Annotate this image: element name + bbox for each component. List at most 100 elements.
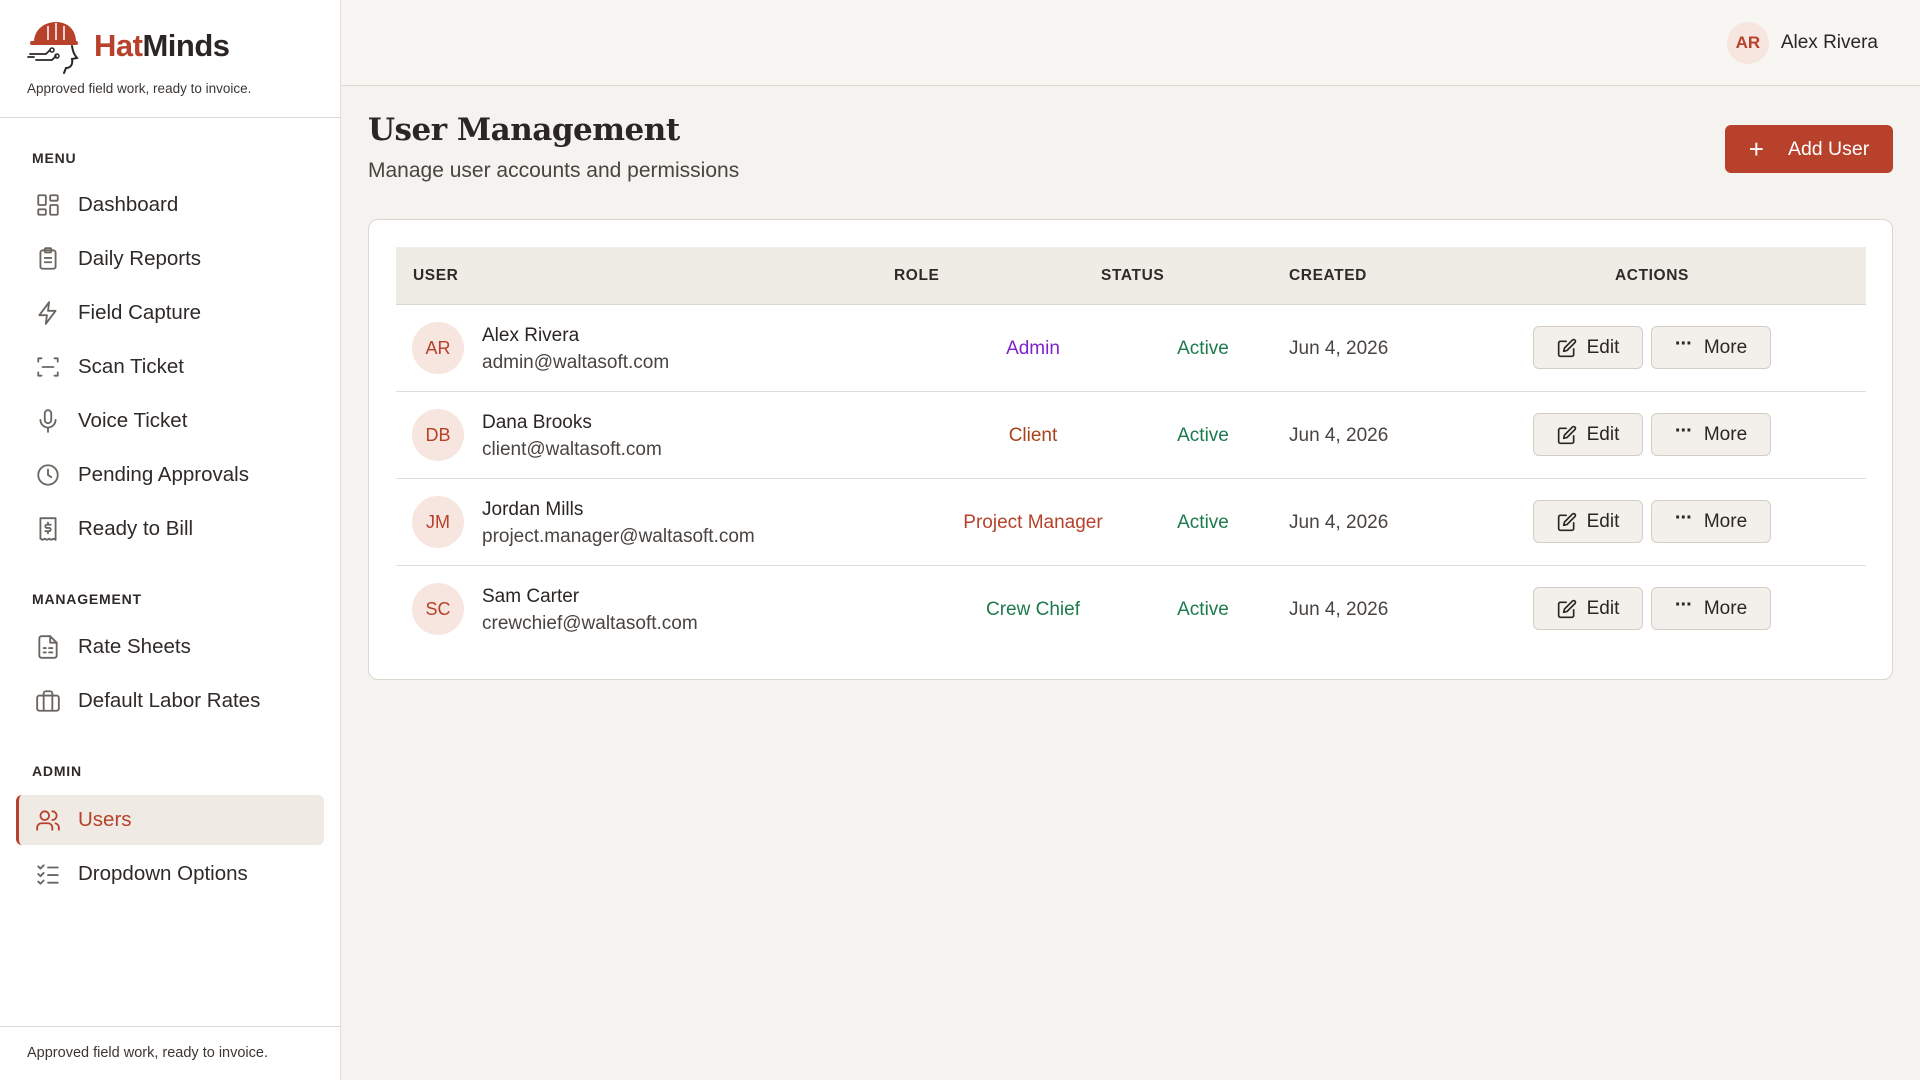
- more-button[interactable]: ··· More: [1651, 326, 1771, 369]
- ellipsis-icon: ···: [1674, 506, 1693, 529]
- edit-icon: [1557, 599, 1587, 619]
- ellipsis-icon: ···: [1674, 593, 1693, 616]
- section-label-menu: MENU: [32, 150, 77, 166]
- more-label: More: [1703, 510, 1748, 532]
- section-label-management: MANAGEMENT: [32, 591, 142, 607]
- add-user-label: Add User: [1787, 137, 1870, 160]
- status-badge: Active: [1177, 338, 1229, 359]
- user-email: project.manager@waltasoft.com: [482, 526, 755, 547]
- brand-name-minds: Minds: [142, 28, 230, 63]
- brand-logo[interactable]: HatMinds: [26, 18, 230, 74]
- edit-label: Edit: [1586, 597, 1620, 619]
- column-header-user[interactable]: USER: [413, 267, 458, 285]
- invoice-dollar-icon: [34, 515, 62, 543]
- sidebar-item-label: Dropdown Options: [78, 862, 248, 885]
- sidebar-item-label: Default Labor Rates: [78, 689, 261, 712]
- sidebar-item-rate-sheets[interactable]: Rate Sheets: [16, 622, 324, 672]
- user-name: Dana Brooks: [482, 412, 592, 433]
- sidebar-item-scan-ticket[interactable]: Scan Ticket: [16, 342, 324, 392]
- table-row[interactable]: DB Dana Brooks client@waltasoft.com Client A…: [396, 392, 1866, 479]
- divider: [0, 117, 341, 118]
- sidebar-item-users[interactable]: Users: [16, 795, 324, 845]
- user-email: crewchief@waltasoft.com: [482, 613, 698, 634]
- edit-button[interactable]: Edit: [1533, 500, 1643, 543]
- brand-name: HatMinds: [94, 28, 230, 64]
- avatar: SC: [412, 583, 464, 635]
- clipboard-icon: [34, 245, 62, 273]
- sidebar-item-label: Ready to Bill: [78, 517, 194, 540]
- created-date: Jun 4, 2026: [1289, 425, 1389, 446]
- more-button[interactable]: ··· More: [1651, 587, 1771, 630]
- status-badge: Active: [1177, 425, 1229, 446]
- add-user-button[interactable]: + Add User: [1725, 125, 1893, 173]
- sidebar-item-voice-ticket[interactable]: Voice Ticket: [16, 396, 324, 446]
- lightning-icon: [34, 299, 62, 327]
- divider: [0, 1026, 341, 1027]
- column-header-role[interactable]: ROLE: [894, 267, 939, 285]
- hardhat-head-logo-icon: [27, 22, 79, 74]
- ellipsis-icon: ···: [1674, 419, 1693, 442]
- sidebar: HatMinds Approved field work, ready to i…: [0, 0, 341, 1080]
- brand-tagline: Approved field work, ready to invoice.: [27, 81, 252, 96]
- edit-button[interactable]: Edit: [1533, 326, 1643, 369]
- user-name: Alex Rivera: [482, 325, 580, 346]
- sidebar-item-label: Rate Sheets: [78, 635, 191, 658]
- top-bar: AR Alex Rivera: [341, 0, 1920, 86]
- avatar: DB: [412, 409, 464, 461]
- sidebar-item-label: Field Capture: [78, 301, 202, 324]
- dashboard-icon: [34, 191, 62, 219]
- sidebar-item-dropdown-options[interactable]: Dropdown Options: [16, 849, 324, 899]
- sidebar-item-ready-to-bill[interactable]: Ready to Bill: [16, 504, 324, 554]
- more-label: More: [1703, 423, 1748, 445]
- edit-button[interactable]: Edit: [1533, 413, 1643, 456]
- avatar: JM: [412, 496, 464, 548]
- created-date: Jun 4, 2026: [1289, 599, 1389, 620]
- sidebar-item-default-labor-rates[interactable]: Default Labor Rates: [16, 676, 324, 726]
- document-icon: [34, 633, 62, 661]
- users-table-card: USER ROLE STATUS CREATED ACTIONS AR Alex …: [368, 219, 1893, 680]
- user-menu[interactable]: AR Alex Rivera: [1726, 22, 1878, 64]
- column-header-actions: ACTIONS: [1615, 267, 1689, 284]
- checklist-icon: [34, 860, 62, 888]
- briefcase-icon: [34, 687, 62, 715]
- status-badge: Active: [1177, 512, 1229, 533]
- column-header-status[interactable]: STATUS: [1101, 267, 1164, 285]
- more-label: More: [1703, 597, 1748, 619]
- section-label-admin: ADMIN: [32, 763, 82, 779]
- avatar: AR: [412, 322, 464, 374]
- table-row[interactable]: SC Sam Carter crewchief@waltasoft.com Crew …: [396, 566, 1866, 653]
- page-title: User Management: [368, 112, 680, 148]
- ellipsis-icon: ···: [1674, 332, 1693, 355]
- more-label: More: [1703, 336, 1748, 358]
- sidebar-item-label: Daily Reports: [78, 247, 202, 270]
- edit-label: Edit: [1586, 336, 1620, 358]
- edit-button[interactable]: Edit: [1533, 587, 1643, 630]
- user-name: Sam Carter: [482, 586, 580, 607]
- microphone-icon: [34, 407, 62, 435]
- plus-icon: +: [1748, 134, 1764, 164]
- more-button[interactable]: ··· More: [1651, 500, 1771, 543]
- table-row[interactable]: JM Jordan Mills project.manager@waltasoft.…: [396, 479, 1866, 566]
- page-subtitle: Manage user accounts and permissions: [368, 159, 740, 182]
- user-email: admin@waltasoft.com: [482, 352, 670, 373]
- sidebar-item-label: Dashboard: [78, 193, 179, 216]
- sidebar-item-daily-reports[interactable]: Daily Reports: [16, 234, 324, 284]
- edit-icon: [1557, 512, 1587, 532]
- edit-label: Edit: [1586, 510, 1620, 532]
- brand-name-hat: Hat: [94, 28, 143, 63]
- user-name: Jordan Mills: [482, 499, 584, 520]
- user-email: client@waltasoft.com: [482, 439, 662, 460]
- sidebar-item-field-capture[interactable]: Field Capture: [16, 288, 324, 338]
- sidebar-item-pending-approvals[interactable]: Pending Approvals: [16, 450, 324, 500]
- more-button[interactable]: ··· More: [1651, 413, 1771, 456]
- scan-icon: [34, 353, 62, 381]
- sidebar-item-label: Users: [78, 808, 132, 831]
- sidebar-footer-text: Approved field work, ready to invoice.: [27, 1045, 268, 1061]
- clock-icon: [34, 461, 62, 489]
- sidebar-item-dashboard[interactable]: Dashboard: [16, 180, 324, 230]
- edit-icon: [1557, 425, 1587, 445]
- table-row[interactable]: AR Alex Rivera admin@waltasoft.com Admin Act…: [396, 305, 1866, 392]
- column-header-created[interactable]: CREATED: [1289, 267, 1367, 285]
- table-header: USER ROLE STATUS CREATED ACTIONS: [396, 247, 1866, 305]
- status-badge: Active: [1177, 599, 1229, 620]
